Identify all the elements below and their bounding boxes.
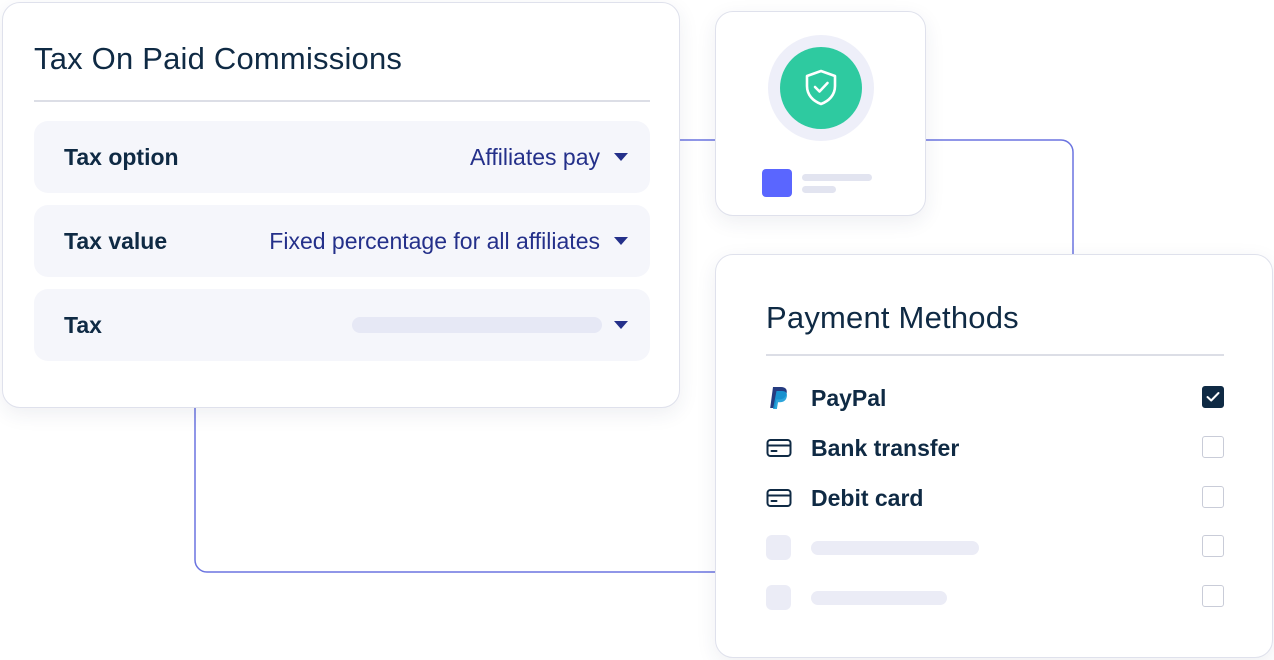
caret-down-icon — [614, 321, 628, 329]
tax-option-value: Affiliates pay — [470, 144, 600, 170]
debit-card-checkbox[interactable] — [1202, 486, 1224, 508]
shield-check-icon — [805, 69, 837, 106]
bank-transfer-checkbox[interactable] — [1202, 436, 1224, 458]
paypal-icon — [770, 387, 787, 409]
placeholder-checkbox[interactable] — [1202, 585, 1224, 607]
tax-value-placeholder — [352, 317, 602, 333]
tax-option-dropdown[interactable]: Tax option Affiliates pay — [34, 121, 650, 193]
tax-label: Tax — [64, 312, 102, 338]
placeholder-line — [802, 174, 872, 181]
tax-value-value: Fixed percentage for all affiliates — [269, 228, 600, 254]
payment-methods-card: Payment Methods PayPal Bank transfer Deb… — [715, 254, 1273, 658]
paypal-label: PayPal — [811, 385, 887, 411]
security-card — [715, 11, 926, 216]
tax-option-label: Tax option — [64, 144, 179, 170]
divider — [34, 100, 650, 102]
payment-method-paypal[interactable]: PayPal — [766, 383, 1224, 413]
placeholder-checkbox[interactable] — [1202, 535, 1224, 557]
caret-down-icon — [614, 237, 628, 245]
payment-method-placeholder[interactable] — [766, 582, 1224, 612]
tax-commissions-card: Tax On Paid Commissions Tax option Affil… — [2, 2, 680, 408]
shield-badge — [780, 47, 862, 129]
caret-down-icon — [614, 153, 628, 161]
payment-method-debit-card[interactable]: Debit card — [766, 483, 1224, 513]
check-icon — [1206, 392, 1220, 402]
tax-value-label: Tax value — [64, 228, 168, 254]
payment-method-placeholder[interactable] — [766, 532, 1224, 562]
credit-card-icon — [766, 439, 792, 457]
debit-card-label: Debit card — [811, 485, 924, 511]
tax-dropdown[interactable]: Tax — [34, 289, 650, 361]
color-swatch — [762, 169, 792, 197]
placeholder-icon — [766, 535, 791, 560]
credit-card-icon — [766, 489, 792, 507]
tax-card-title: Tax On Paid Commissions — [34, 41, 403, 76]
payment-method-bank-transfer[interactable]: Bank transfer — [766, 433, 1224, 463]
bank-transfer-label: Bank transfer — [811, 435, 960, 461]
placeholder-label — [811, 541, 979, 555]
placeholder-label — [811, 591, 947, 605]
placeholder-line — [802, 186, 836, 193]
paypal-checkbox[interactable] — [1202, 386, 1224, 408]
placeholder-icon — [766, 585, 791, 610]
divider — [766, 354, 1224, 356]
tax-value-dropdown[interactable]: Tax value Fixed percentage for all affil… — [34, 205, 650, 277]
payment-methods-title: Payment Methods — [766, 300, 1019, 335]
